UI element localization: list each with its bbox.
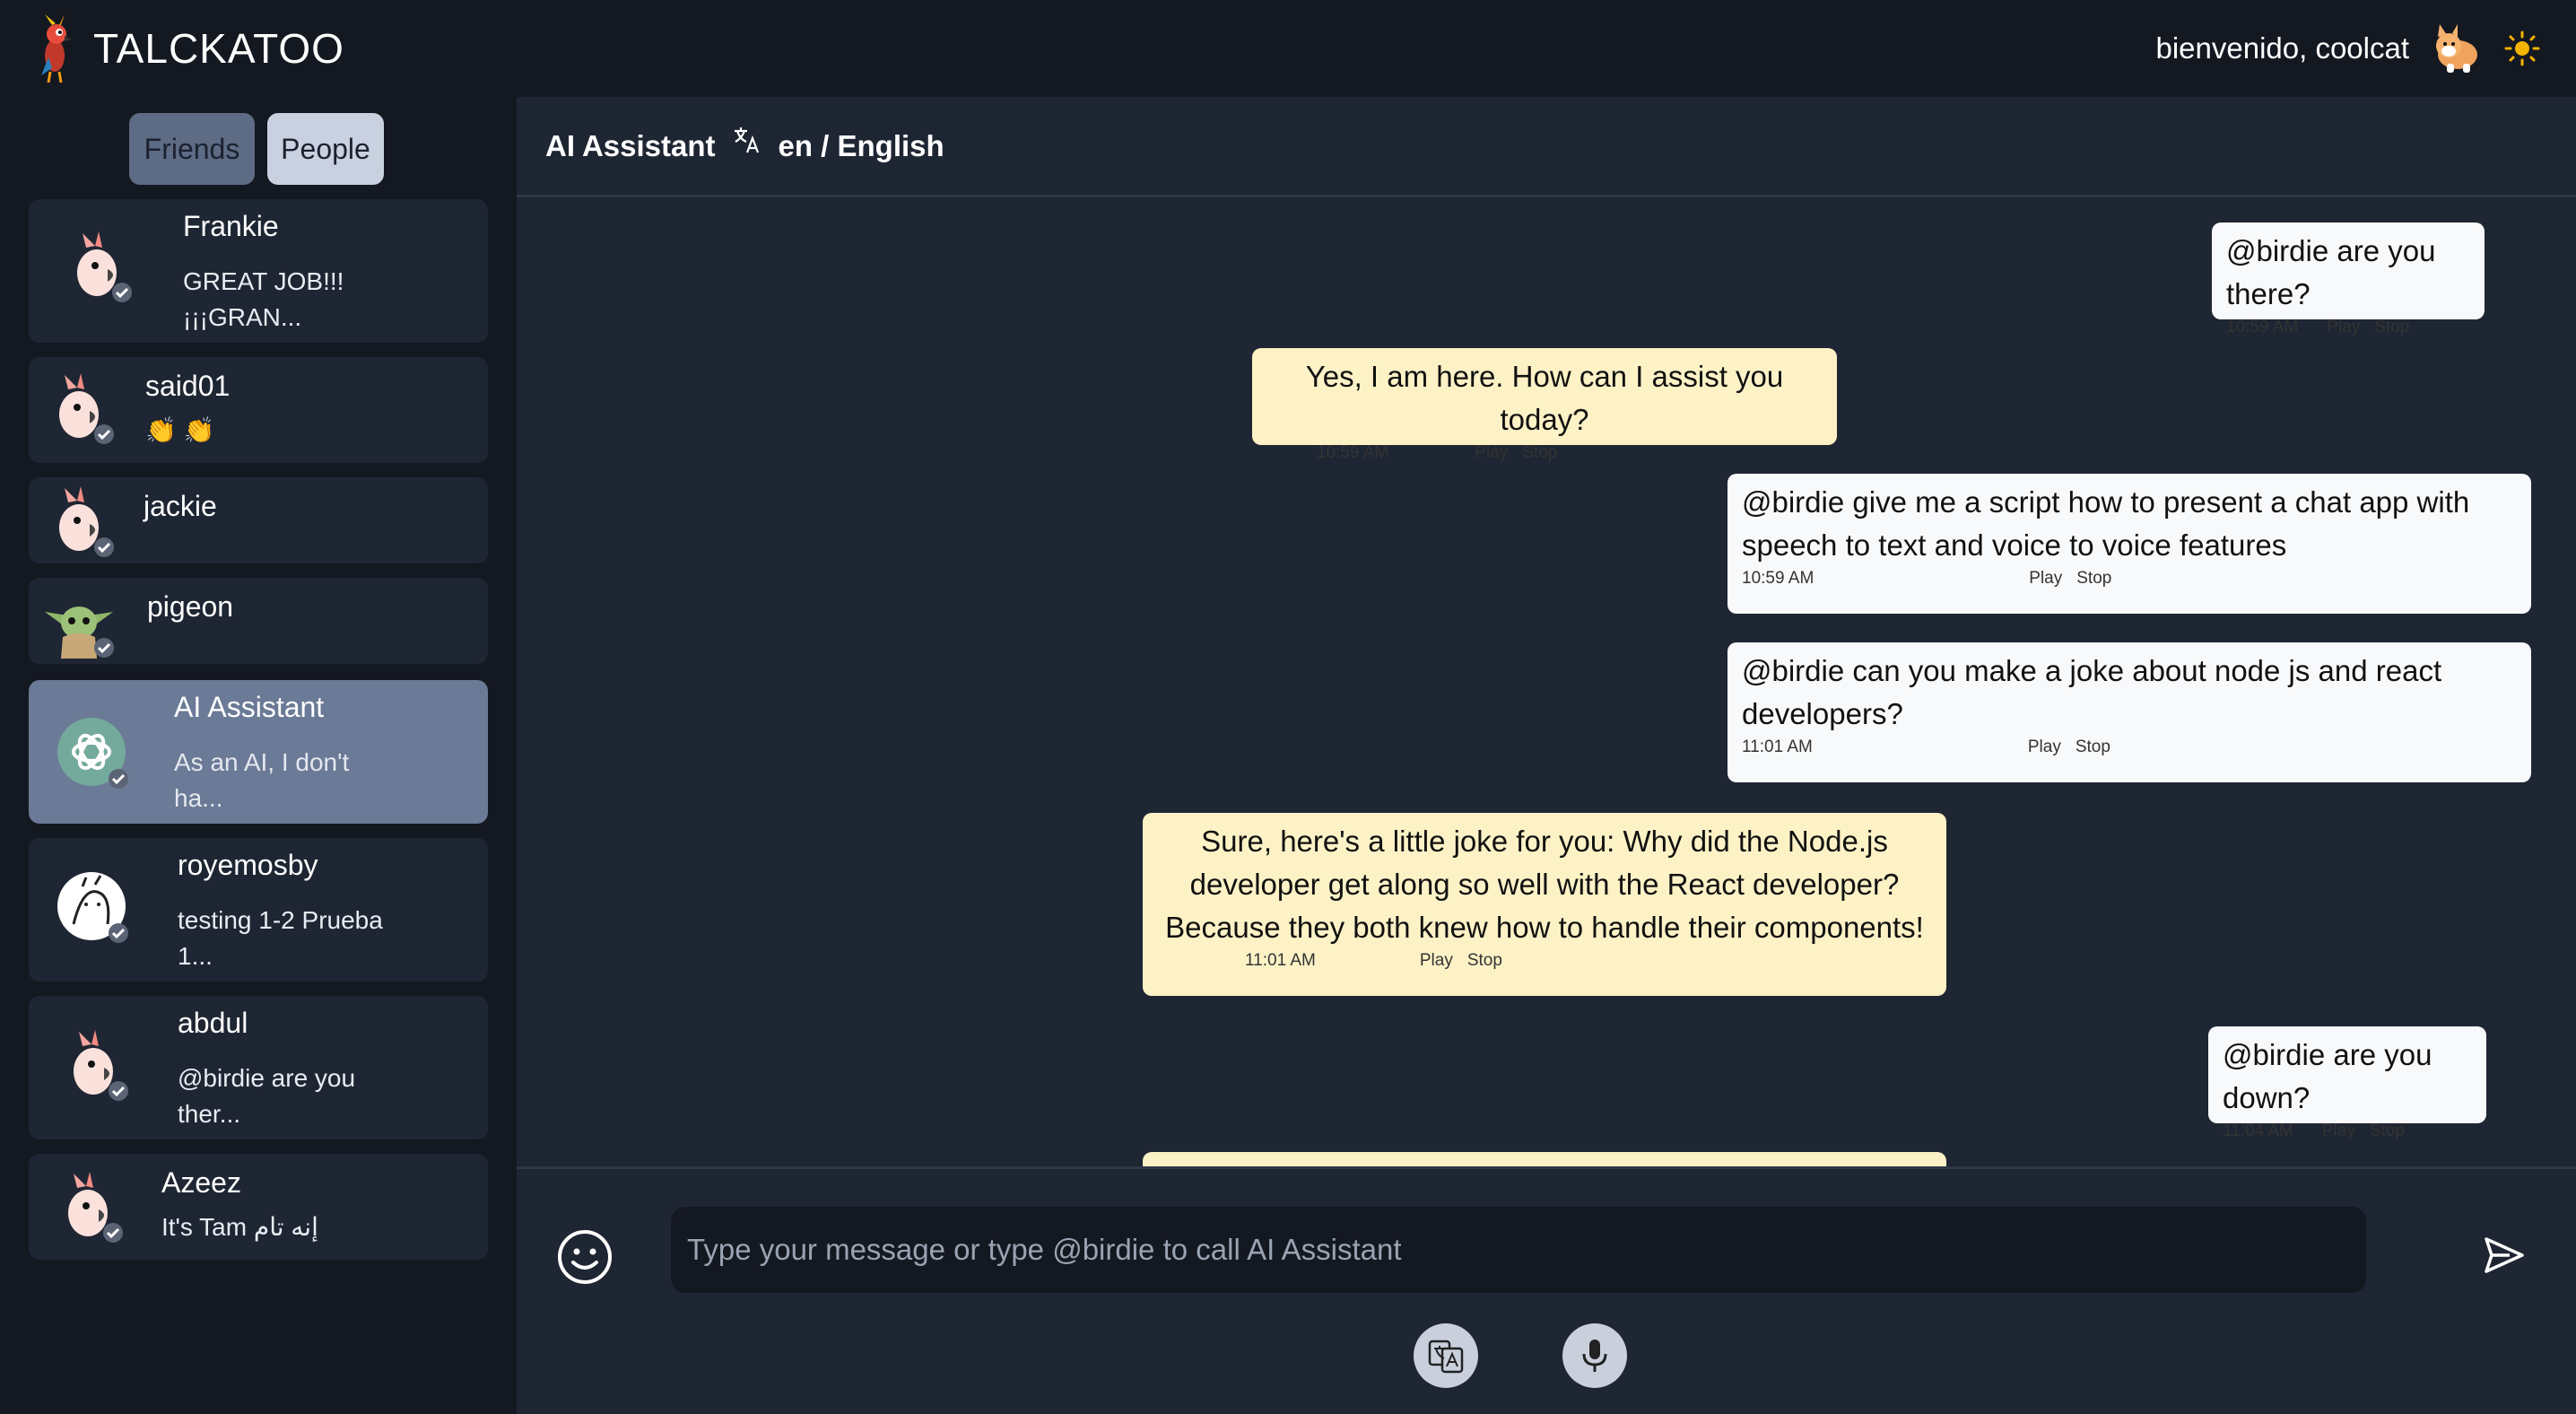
- cockatoo-avatar: [59, 486, 114, 557]
- stop-button[interactable]: Stop: [2370, 1122, 2405, 1141]
- message-time: 10:59 AM: [1742, 569, 1815, 588]
- send-icon[interactable]: [2483, 1234, 2526, 1277]
- language-label[interactable]: en / English: [779, 129, 944, 163]
- openai-logo-avatar: [57, 718, 128, 789]
- contact-name: Azeez: [161, 1166, 241, 1199]
- user-message: @birdie are you there? 10:59 AM Play Sto…: [2212, 223, 2485, 336]
- message-time: 10:59 AM: [2226, 318, 2299, 336]
- brand[interactable]: TALCKATOO: [32, 13, 344, 84]
- message-meta: 10:59 AM Play Stop: [1742, 569, 2517, 589]
- message-list[interactable]: @birdie are you there? 10:59 AM Play Sto…: [517, 199, 2576, 1166]
- cockatoo-avatar: [74, 1030, 128, 1101]
- contact-tabs: Friends People: [129, 113, 384, 185]
- message-time: 10:59 AM: [1317, 443, 1389, 462]
- contact-jackie[interactable]: jackie: [29, 477, 488, 563]
- cockatoo-avatar: [68, 1172, 123, 1243]
- play-button[interactable]: Play: [1420, 951, 1453, 971]
- contact-frankie[interactable]: Frankie GREAT JOB!!! ¡¡¡GRAN...: [29, 199, 488, 343]
- welcome-text: bienvenido, coolcat: [2155, 31, 2409, 65]
- user-message: @birdie give me a script how to present …: [1727, 474, 2531, 614]
- contact-name: royemosby: [178, 849, 318, 881]
- sketch-avatar: [57, 872, 128, 943]
- contact-name: pigeon: [147, 590, 234, 623]
- contact-last-message: GREAT JOB!!! ¡¡¡GRAN...: [183, 267, 344, 331]
- message-time: 11:01 AM: [1245, 951, 1316, 970]
- top-bar: TALCKATOO bienvenido, coolcat: [0, 0, 2576, 97]
- stop-button[interactable]: Stop: [1522, 443, 1557, 463]
- contact-name: AI Assistant: [174, 691, 325, 723]
- message-text: Yes, I am here. How can I assist you tod…: [1305, 360, 1784, 436]
- message-text: @birdie are you there?: [2226, 234, 2436, 310]
- chat-header: AI Assistant en / English: [517, 97, 2576, 197]
- message-composer: [517, 1166, 2576, 1414]
- ai-message: Sure, here's a little joke for you: Why …: [1143, 813, 1946, 996]
- message-text: Sure, here's a little joke for you: Why …: [1165, 825, 1924, 944]
- app-name: TALCKATOO: [93, 25, 344, 72]
- message-time: 11:01 AM: [1742, 738, 1813, 756]
- sidebar: Friends People Frankie GREAT JOB!!! ¡¡¡G…: [0, 97, 517, 1414]
- message-meta: 11:04 AM Play Stop: [2223, 1122, 2472, 1141]
- contact-last-message: @birdie are you ther...: [178, 1064, 356, 1128]
- stop-button[interactable]: Stop: [2374, 318, 2409, 337]
- user-message: @birdie are you down? 11:04 AM Play Stop: [2208, 1026, 2486, 1140]
- message-text: @birdie are you down?: [2223, 1038, 2432, 1114]
- user-avatar[interactable]: [2429, 21, 2485, 76]
- play-button[interactable]: Play: [2028, 738, 2061, 757]
- green-creature-avatar: [45, 607, 114, 659]
- user-message: @birdie can you make a joke about node j…: [1727, 642, 2531, 782]
- message-meta: 10:59 AM Play Stop: [2226, 318, 2470, 337]
- stop-button[interactable]: Stop: [1467, 951, 1502, 971]
- message-meta: 11:01 AM Play Stop: [1742, 738, 2517, 757]
- microphone-icon: [1582, 1340, 1607, 1372]
- play-button[interactable]: Play: [2327, 318, 2360, 337]
- voice-translate-button[interactable]: [1414, 1323, 1478, 1388]
- message-text: @birdie can you make a joke about node j…: [1742, 654, 2442, 730]
- ai-message-partial: [1143, 1152, 1946, 1166]
- message-text: @birdie give me a script how to present …: [1742, 485, 2470, 562]
- contact-last-message: It's Tam إنه تام: [161, 1213, 318, 1241]
- cockatoo-logo-icon: [41, 14, 72, 83]
- message-input[interactable]: [671, 1207, 2366, 1293]
- message-time: 11:04 AM: [2223, 1122, 2293, 1140]
- contact-name: Frankie: [183, 210, 279, 242]
- contact-name: abdul: [178, 1007, 248, 1039]
- translate-icon[interactable]: [732, 125, 762, 155]
- play-button[interactable]: Play: [2322, 1122, 2355, 1141]
- play-button[interactable]: Play: [1475, 443, 1508, 463]
- tab-people[interactable]: People: [267, 113, 384, 185]
- cockatoo-avatar: [59, 373, 114, 444]
- translate-icon: [1428, 1340, 1464, 1374]
- contact-said01[interactable]: said01 👏 👏: [29, 357, 488, 463]
- contact-last-message: testing 1-2 Prueba 1...: [178, 906, 383, 970]
- stop-button[interactable]: Stop: [2076, 569, 2111, 589]
- message-meta: 11:01 AM Play Stop: [1162, 951, 1927, 971]
- ai-message: Yes, I am here. How can I assist you tod…: [1252, 348, 1837, 462]
- contact-name: jackie: [144, 490, 217, 522]
- user-area: bienvenido, coolcat: [2155, 21, 2540, 76]
- tab-friends[interactable]: Friends: [129, 113, 255, 185]
- chat-title: AI Assistant: [545, 128, 716, 162]
- contact-name: said01: [145, 370, 231, 402]
- sun-icon[interactable]: [2504, 31, 2540, 66]
- contact-royemosby[interactable]: royemosby testing 1-2 Prueba 1...: [29, 838, 488, 982]
- message-meta: 10:59 AM Play Stop: [1266, 443, 1823, 463]
- play-button[interactable]: Play: [2029, 569, 2062, 589]
- microphone-button[interactable]: [1562, 1323, 1627, 1388]
- contact-pigeon[interactable]: pigeon: [29, 578, 488, 664]
- contact-ai-assistant[interactable]: AI Assistant As an AI, I don't ha...: [29, 680, 488, 824]
- smiley-icon[interactable]: [556, 1228, 614, 1286]
- stop-button[interactable]: Stop: [2076, 738, 2110, 757]
- contact-azeez[interactable]: Azeez It's Tam إنه تام: [29, 1154, 488, 1260]
- contact-last-message: As an AI, I don't ha...: [174, 748, 350, 812]
- contact-last-message: 👏 👏: [145, 416, 215, 444]
- contact-abdul[interactable]: abdul @birdie are you ther...: [29, 996, 488, 1139]
- cockatoo-avatar: [77, 231, 132, 302]
